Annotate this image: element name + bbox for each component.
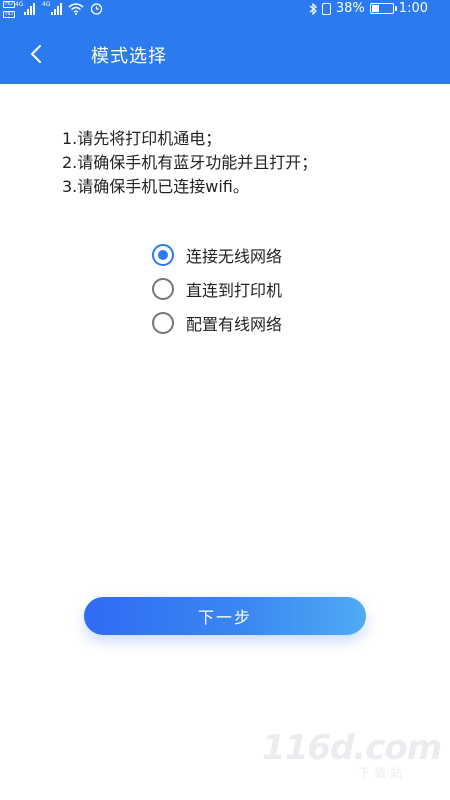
vibrate-icon [321, 2, 331, 15]
signal-1-icon: 4G [15, 1, 35, 15]
chevron-left-icon [31, 45, 41, 63]
instruction-line: 3.请确保手机已连接wifi。 [62, 177, 249, 196]
instruction-line: 1.请先将打印机通电； [62, 129, 222, 148]
option-wireless-network[interactable]: 连接无线网络 [152, 238, 282, 272]
instructions: 1.请先将打印机通电； 2.请确保手机有蓝牙功能并且打开； 3.请确保手机已连接… [62, 127, 317, 199]
option-direct-printer[interactable]: 直连到打印机 [152, 272, 282, 306]
signal-2-icon: 4G [42, 1, 62, 15]
battery-percent: 38% [335, 1, 365, 16]
bluetooth-icon [309, 2, 317, 15]
sim2-badge: HD [3, 11, 15, 18]
mode-options: 连接无线网络 直连到打印机 配置有线网络 [152, 238, 282, 340]
radio-button[interactable] [152, 312, 174, 334]
sim1-badge: HD [3, 1, 15, 8]
option-label: 直连到打印机 [186, 281, 283, 300]
radio-button[interactable] [152, 244, 174, 266]
alarm-icon [90, 3, 103, 15]
status-left: 4G 4G [15, 1, 103, 15]
battery-icon [369, 3, 397, 14]
app-header: HD HD 4G 4G 38% 1:00 模式选择 [0, 0, 450, 84]
wifi-icon [68, 2, 84, 15]
watermark-logo: 116d.com 下载站 [262, 728, 442, 788]
next-button[interactable]: 下一步 [84, 597, 366, 635]
watermark-site: 下载站 [358, 766, 407, 780]
option-label: 连接无线网络 [186, 247, 283, 266]
instruction-line: 2.请确保手机有蓝牙功能并且打开； [62, 153, 318, 172]
radio-button[interactable] [152, 278, 174, 300]
clock: 1:00 [398, 1, 428, 16]
page-title: 模式选择 [91, 46, 167, 67]
back-button[interactable] [22, 40, 50, 68]
status-right: 38% 1:00 [309, 1, 428, 16]
status-bar: HD HD 4G 4G 38% 1:00 [0, 0, 450, 20]
watermark-text: 116d.com [262, 728, 442, 768]
option-wired-network[interactable]: 配置有线网络 [152, 306, 282, 340]
option-label: 配置有线网络 [186, 315, 283, 334]
